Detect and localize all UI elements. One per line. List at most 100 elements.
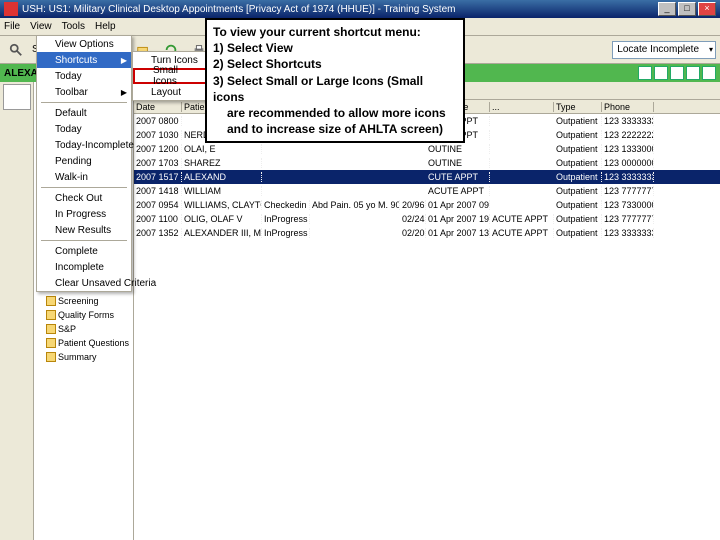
menu-item[interactable]: Today — [37, 68, 131, 84]
tree-item[interactable]: Quality Forms — [36, 308, 131, 322]
table-area: Selected DatePatientStatusReason...Appt … — [134, 82, 720, 540]
table-row[interactable]: 2007 0954WILLIAMS, CLAYTON DCheckedinAbd… — [134, 198, 720, 212]
col-header[interactable]: Type — [554, 102, 602, 112]
close-button[interactable]: × — [698, 2, 716, 16]
overlay-line1: 1) Select View — [213, 40, 457, 56]
search-button[interactable] — [4, 39, 28, 61]
cell: OLIG, OLAF V — [182, 214, 262, 224]
table-row[interactable]: 2007 1703SHAREZOUTINEOutpatient123 00000… — [134, 156, 720, 170]
cell: 02/245030205 — [400, 214, 426, 224]
tree-label: S&P — [58, 324, 76, 334]
pt-icon-5[interactable] — [702, 66, 716, 80]
sidebar — [0, 82, 34, 540]
cell: OUTINE — [426, 158, 490, 168]
tree-item[interactable]: Summary — [36, 350, 131, 364]
table-row[interactable]: 2007 1100OLIG, OLAF VInProgress 02/245030… — [134, 212, 720, 226]
titlebar: USH: US1: Military Clinical Desktop Appo… — [0, 0, 720, 18]
cell: OLAI, E — [182, 144, 262, 154]
tree-item[interactable]: Patient Questions — [36, 336, 131, 350]
folder-icon — [46, 310, 56, 320]
menu-item[interactable]: Today-Incomplete — [37, 137, 131, 153]
cell: CUTE APPT — [426, 172, 490, 182]
menu-tools[interactable]: Tools — [62, 21, 85, 32]
chevron-right-icon: ▶ — [121, 88, 127, 97]
cell: ALEXAND — [182, 172, 262, 182]
col-header[interactable]: ... — [490, 102, 554, 112]
cell: OUTINE — [426, 144, 490, 154]
cell: 123 2222222 — [602, 130, 654, 140]
window-title: USH: US1: Military Clinical Desktop Appo… — [22, 4, 455, 15]
menu-item[interactable]: New Results — [37, 222, 131, 238]
sidebar-shortcut[interactable] — [3, 84, 31, 110]
cell: 2007 0800 — [134, 116, 182, 126]
col-header[interactable]: Phone — [602, 102, 654, 112]
table-row[interactable]: 2007 1352ALEXANDER III, MARIO DInProgres… — [134, 226, 720, 240]
tree-label: Patient Questions — [58, 338, 129, 348]
overlay-line2: 2) Select Shortcuts — [213, 56, 457, 72]
menu-item[interactable]: In Progress — [37, 206, 131, 222]
cell: 2007 1352 — [134, 228, 182, 238]
folder-icon — [46, 324, 56, 334]
menu-item[interactable]: Incomplete — [37, 259, 131, 275]
overlay-line3: 3) Select Small or Large Icons (Small ic… — [213, 73, 457, 105]
cell: Checkedin — [262, 200, 310, 210]
cell: Outpatient — [554, 228, 602, 238]
cell: 123 3333333 — [602, 116, 654, 126]
patient-name: ALEXA — [4, 68, 38, 79]
chevron-right-icon: ▶ — [121, 56, 127, 65]
view-menu[interactable]: View OptionsShortcuts▶TodayToolbar▶Defau… — [36, 35, 132, 292]
menu-item[interactable]: Walk-in — [37, 169, 131, 185]
cell: 2007 0954 — [134, 200, 182, 210]
cell: InProgress — [262, 214, 310, 224]
menu-help[interactable]: Help — [95, 21, 116, 32]
tree-item[interactable]: S&P — [36, 322, 131, 336]
shortcuts-submenu[interactable]: Turn IconsSmall IconsLayout — [132, 51, 210, 101]
col-header[interactable]: Date — [134, 102, 182, 112]
cell: 01 Apr 2007 1952 — [426, 214, 490, 224]
instruction-overlay: To view your current shortcut menu: 1) S… — [205, 18, 465, 143]
folder-icon — [46, 296, 56, 306]
menu-item[interactable]: Shortcuts▶ — [37, 52, 131, 68]
menu-item[interactable]: Clear Unsaved Criteria — [37, 275, 131, 291]
menu-item[interactable]: Today — [37, 121, 131, 137]
cell: ALEXANDER III, MARIO D — [182, 228, 262, 238]
pt-icon-3[interactable] — [670, 66, 684, 80]
cell: Outpatient — [554, 200, 602, 210]
cell: 123 7330000 — [602, 200, 654, 210]
folder-icon — [46, 352, 56, 362]
locate-dropdown[interactable]: Locate Incomplete — [612, 41, 716, 59]
cell: Outpatient — [554, 186, 602, 196]
menu-view[interactable]: View — [30, 21, 52, 32]
cell: Outpatient — [554, 158, 602, 168]
maximize-button[interactable]: □ — [678, 2, 696, 16]
menu-item[interactable]: Check Out — [37, 190, 131, 206]
cell: 02/203245343 — [400, 228, 426, 238]
cell: 123 7777777 — [602, 186, 654, 196]
cell: SHAREZ — [182, 158, 262, 168]
pt-icon-1[interactable] — [638, 66, 652, 80]
table-row[interactable]: 2007 1200OLAI, EOUTINEOutpatient123 1333… — [134, 142, 720, 156]
cell: 2007 1200 — [134, 144, 182, 154]
pt-icon-4[interactable] — [686, 66, 700, 80]
cell: WILLIAM — [182, 186, 262, 196]
tree-item[interactable]: Screening — [36, 294, 131, 308]
pt-icon-2[interactable] — [654, 66, 668, 80]
menu-file[interactable]: File — [4, 21, 20, 32]
tree-label: Summary — [58, 352, 97, 362]
menu-item[interactable]: Complete — [37, 243, 131, 259]
menu-item[interactable]: Pending — [37, 153, 131, 169]
submenu-item[interactable]: Small Icons — [133, 68, 209, 84]
menu-item[interactable]: Toolbar▶ — [37, 84, 131, 100]
menu-item[interactable]: Default — [37, 105, 131, 121]
table-row[interactable]: 2007 1517ALEXANDCUTE APPTOutpatient123 3… — [134, 170, 720, 184]
cell: ACUTE APPT — [490, 228, 554, 238]
cell: 01 Apr 2007 1352 — [426, 228, 490, 238]
cell: 2007 1100 — [134, 214, 182, 224]
cell: Outpatient — [554, 130, 602, 140]
table-row[interactable]: 2007 1418WILLIAMACUTE APPTOutpatient123 … — [134, 184, 720, 198]
cell: 123 3333333 — [602, 228, 654, 238]
minimize-button[interactable]: _ — [658, 2, 676, 16]
overlay-title: To view your current shortcut menu: — [213, 24, 457, 40]
menu-item[interactable]: View Options — [37, 36, 131, 52]
cell: Outpatient — [554, 144, 602, 154]
